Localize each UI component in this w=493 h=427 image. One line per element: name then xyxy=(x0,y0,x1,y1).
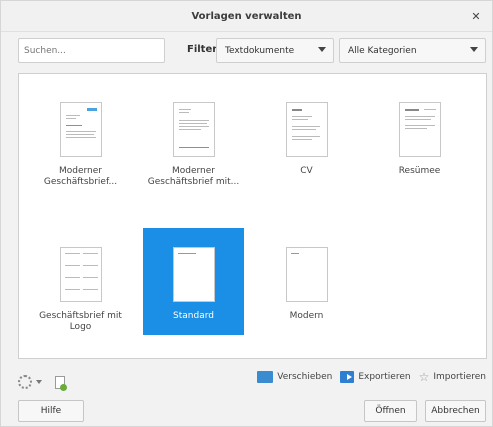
template-item[interactable]: Resümee xyxy=(369,83,470,190)
help-button[interactable]: Hilfe xyxy=(18,400,84,422)
template-item[interactable]: CV xyxy=(256,83,357,190)
title-bar: Vorlagen verwalten ✕ xyxy=(1,1,492,32)
templates-dialog: Vorlagen verwalten ✕ Filter Textdokument… xyxy=(0,0,493,427)
template-item[interactable]: Geschäftsbrief mit Logo xyxy=(30,228,131,335)
template-thumbnail xyxy=(285,102,328,157)
export-button[interactable]: Exportieren xyxy=(340,371,411,383)
template-thumbnail xyxy=(59,102,102,157)
document-type-dropdown[interactable]: Textdokumente xyxy=(216,38,334,63)
category-dropdown[interactable]: Alle Kategorien xyxy=(339,38,486,63)
template-label: Resümee xyxy=(398,166,441,176)
template-label: CV xyxy=(300,166,313,176)
template-thumbnail xyxy=(398,102,441,157)
filter-toolbar: Filter Textdokumente Alle Kategorien xyxy=(1,38,493,64)
filter-label: Filter xyxy=(187,44,218,55)
gear-icon[interactable] xyxy=(18,375,32,389)
dialog-title: Vorlagen verwalten xyxy=(191,10,302,22)
template-item-selected[interactable]: Standard xyxy=(143,228,244,335)
template-label: Moderner Geschäftsbrief mit... xyxy=(147,166,240,187)
move-button[interactable]: Verschieben xyxy=(257,371,332,383)
settings-area xyxy=(18,373,67,391)
close-icon[interactable]: ✕ xyxy=(468,9,484,25)
chevron-down-icon xyxy=(470,47,478,52)
template-item[interactable]: Modern xyxy=(256,228,357,335)
export-icon xyxy=(340,371,355,383)
open-button[interactable]: Öffnen xyxy=(364,400,417,422)
template-thumbnail xyxy=(172,102,215,157)
search-input[interactable] xyxy=(18,38,165,63)
template-actions: Verschieben Exportieren ☆ Importieren xyxy=(257,371,486,383)
folder-icon xyxy=(257,371,274,383)
template-item[interactable]: Moderner Geschäftsbrief... xyxy=(30,83,131,190)
template-label: Modern xyxy=(289,311,324,321)
template-label: Standard xyxy=(173,311,214,321)
export-label: Exportieren xyxy=(358,372,411,382)
template-thumbnail xyxy=(285,247,328,302)
document-type-value: Textdokumente xyxy=(225,45,295,56)
template-label: Moderner Geschäftsbrief... xyxy=(43,166,118,187)
chevron-down-icon xyxy=(318,47,326,52)
template-thumbnail xyxy=(59,247,102,302)
category-value: Alle Kategorien xyxy=(348,45,417,56)
star-icon: ☆ xyxy=(418,370,430,384)
import-label: Importieren xyxy=(433,372,486,382)
chevron-down-icon[interactable] xyxy=(36,380,42,384)
move-label: Verschieben xyxy=(277,372,333,382)
repository-icon[interactable] xyxy=(55,375,67,391)
cancel-button[interactable]: Abbrechen xyxy=(425,400,486,422)
template-item[interactable]: Moderner Geschäftsbrief mit... xyxy=(143,83,244,190)
import-button[interactable]: ☆ Importieren xyxy=(419,371,486,383)
template-thumbnail xyxy=(172,247,215,302)
template-grid: Moderner Geschäftsbrief... Moderner Gesc… xyxy=(18,73,487,359)
template-label: Geschäftsbrief mit Logo xyxy=(39,311,122,332)
